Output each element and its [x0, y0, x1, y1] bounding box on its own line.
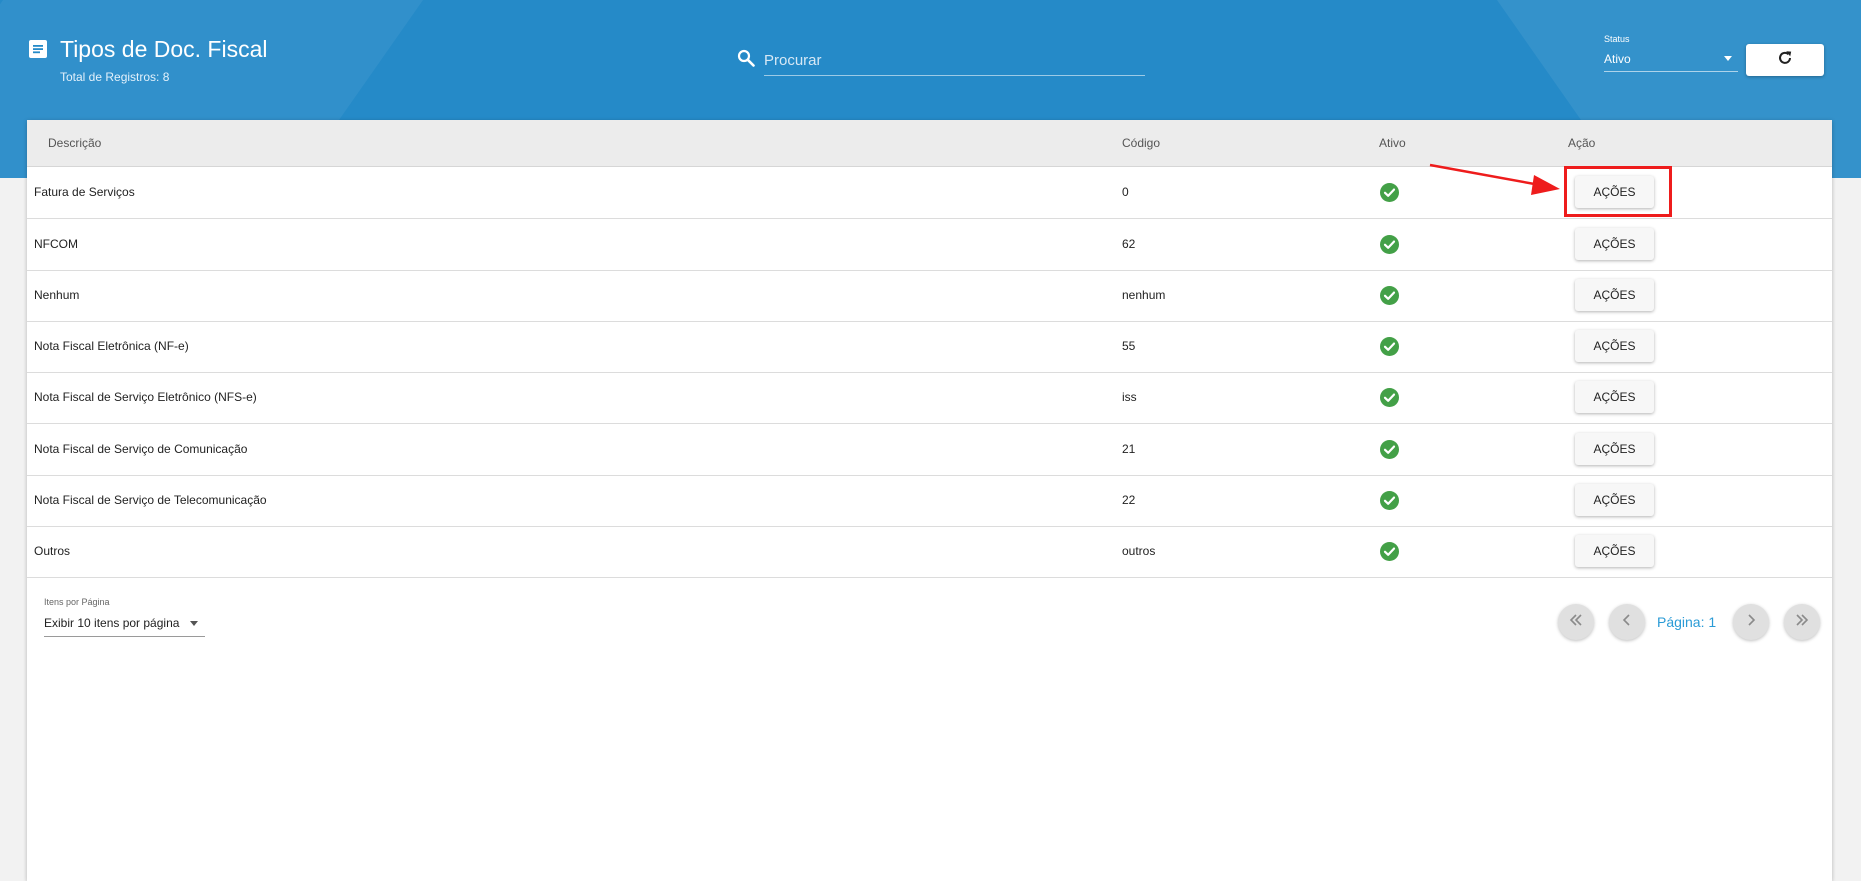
status-label: Status: [1604, 34, 1630, 44]
check-circle-icon: [1380, 388, 1399, 407]
check-circle-icon: [1380, 286, 1399, 305]
cell-descricao: Nenhum: [34, 288, 80, 302]
first-page-button[interactable]: [1558, 604, 1594, 640]
cell-descricao: Nota Fiscal Eletrônica (NF-e): [34, 339, 189, 353]
search-input[interactable]: [764, 46, 1145, 76]
table-row: Nota Fiscal de Serviço de Comunicação 21…: [27, 424, 1832, 476]
status-value: Ativo: [1604, 52, 1631, 66]
check-circle-icon: [1380, 183, 1399, 202]
items-per-page-value: Exibir 10 itens por página: [44, 616, 180, 630]
actions-button[interactable]: AÇÕES: [1575, 330, 1654, 362]
table-header: Descrição Código Ativo Ação: [27, 120, 1832, 167]
refresh-button[interactable]: [1746, 44, 1824, 76]
cell-codigo: iss: [1122, 390, 1137, 404]
table-row: NFCOM 62 AÇÕES: [27, 219, 1832, 271]
first-page-icon: [1568, 612, 1584, 633]
status-select[interactable]: Ativo: [1604, 50, 1738, 72]
next-page-button[interactable]: [1733, 604, 1769, 640]
cell-codigo: 0: [1122, 185, 1129, 199]
items-per-page-select[interactable]: Exibir 10 itens por página: [44, 612, 205, 637]
refresh-icon: [1777, 50, 1793, 71]
current-page-label: Página: 1: [1657, 614, 1717, 630]
column-header-codigo: Código: [1122, 136, 1161, 150]
cell-descricao: NFCOM: [34, 237, 78, 251]
cell-codigo: 22: [1122, 493, 1136, 507]
document-icon: [29, 40, 47, 58]
check-circle-icon: [1380, 491, 1399, 510]
table-row: Fatura de Serviços 0 AÇÕES: [27, 167, 1832, 219]
column-header-ativo: Ativo: [1379, 136, 1406, 150]
page-title: Tipos de Doc. Fiscal: [60, 36, 268, 62]
items-per-page-label: Itens por Página: [44, 597, 110, 607]
record-count: Total de Registros: 8: [60, 70, 170, 84]
search-icon: [737, 49, 755, 67]
table-row: Nota Fiscal de Serviço de Telecomunicaçã…: [27, 475, 1832, 527]
cell-descricao: Fatura de Serviços: [34, 185, 135, 199]
table-row: Outros outros AÇÕES: [27, 526, 1832, 578]
cell-codigo: 62: [1122, 237, 1136, 251]
cell-codigo: nenhum: [1122, 288, 1166, 302]
next-page-icon: [1743, 612, 1759, 633]
cell-descricao: Nota Fiscal de Serviço de Comunicação: [34, 442, 248, 456]
table-row: Nenhum nenhum AÇÕES: [27, 270, 1832, 322]
annotation-highlight-box: [1564, 166, 1672, 217]
actions-button[interactable]: AÇÕES: [1575, 279, 1654, 311]
chevron-down-icon: [1724, 56, 1732, 61]
actions-button[interactable]: AÇÕES: [1575, 228, 1654, 260]
check-circle-icon: [1380, 542, 1399, 561]
cell-codigo: outros: [1122, 544, 1156, 558]
actions-button[interactable]: AÇÕES: [1575, 535, 1654, 567]
chevron-down-icon: [190, 621, 198, 626]
check-circle-icon: [1380, 235, 1399, 254]
cell-descricao: Nota Fiscal de Serviço Eletrônico (NFS-e…: [34, 390, 257, 404]
column-header-descricao: Descrição: [48, 136, 102, 150]
actions-button[interactable]: AÇÕES: [1575, 433, 1654, 465]
actions-button[interactable]: AÇÕES: [1575, 381, 1654, 413]
last-page-button[interactable]: [1784, 604, 1820, 640]
cell-descricao: Outros: [34, 544, 71, 558]
actions-button[interactable]: AÇÕES: [1575, 484, 1654, 516]
table-row: Nota Fiscal de Serviço Eletrônico (NFS-e…: [27, 372, 1832, 424]
cell-codigo: 21: [1122, 442, 1136, 456]
table-row: Nota Fiscal Eletrônica (NF-e) 55 AÇÕES: [27, 321, 1832, 373]
cell-codigo: 55: [1122, 339, 1136, 353]
cell-descricao: Nota Fiscal de Serviço de Telecomunicaçã…: [34, 493, 267, 507]
previous-page-icon: [1619, 612, 1635, 633]
column-header-acao: Ação: [1568, 136, 1596, 150]
previous-page-button[interactable]: [1609, 604, 1645, 640]
check-circle-icon: [1380, 337, 1399, 356]
records-table-card: Descrição Código Ativo Ação Fatura de Se…: [27, 120, 1832, 881]
last-page-icon: [1794, 612, 1810, 633]
check-circle-icon: [1380, 440, 1399, 459]
